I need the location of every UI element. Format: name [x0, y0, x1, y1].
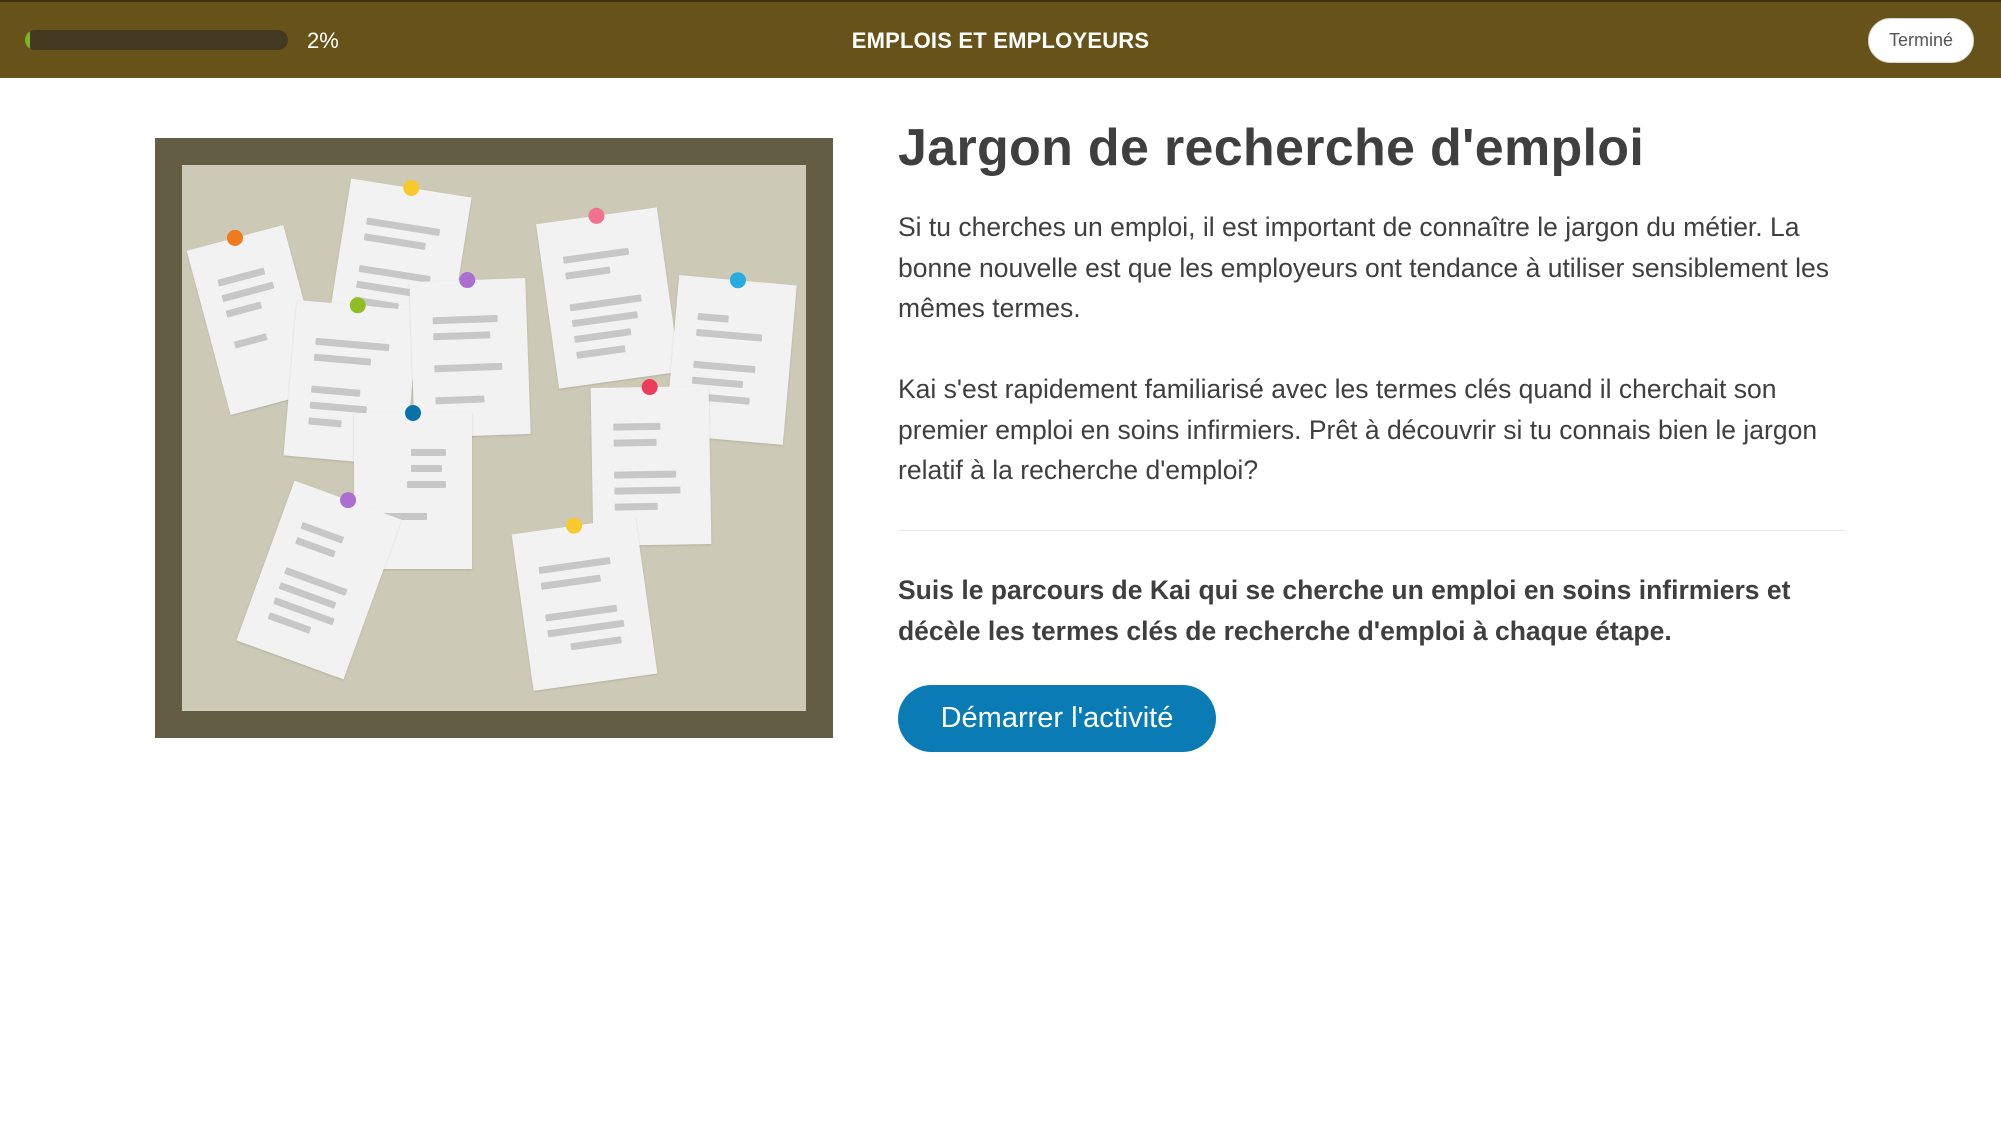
- pin-icon: [402, 178, 421, 198]
- bulletin-board-icon: [155, 138, 833, 738]
- bulletin-board-surface: [182, 165, 806, 711]
- call-to-action-text: Suis le parcours de Kai qui se cherche u…: [898, 575, 1791, 646]
- pin-icon: [729, 271, 747, 289]
- pin-icon: [564, 516, 583, 535]
- pin-icon: [641, 378, 658, 396]
- done-button[interactable]: Terminé: [1868, 18, 1974, 63]
- intro-paragraph: Si tu cherches un emploi, il est importa…: [898, 212, 1830, 323]
- divider: [898, 530, 1846, 531]
- pin-icon: [459, 271, 476, 289]
- page-title: Jargon de recherche d'emploi: [898, 119, 1645, 177]
- pin-icon: [225, 228, 245, 248]
- paper-note: [236, 480, 402, 680]
- start-activity-button[interactable]: Démarrer l'activité: [898, 685, 1216, 752]
- pin-icon: [349, 296, 367, 314]
- pin-icon: [405, 405, 421, 421]
- course-title: EMPLOIS ET EMPLOYEURS: [851, 28, 1150, 53]
- top-bar: 2% EMPLOIS ET EMPLOYEURS Terminé: [0, 0, 2001, 78]
- story-paragraph: Kai s'est rapidement familiarisé avec le…: [898, 374, 1818, 485]
- paper-note: [536, 206, 680, 389]
- pin-icon: [587, 206, 606, 225]
- paper-note: [511, 516, 658, 691]
